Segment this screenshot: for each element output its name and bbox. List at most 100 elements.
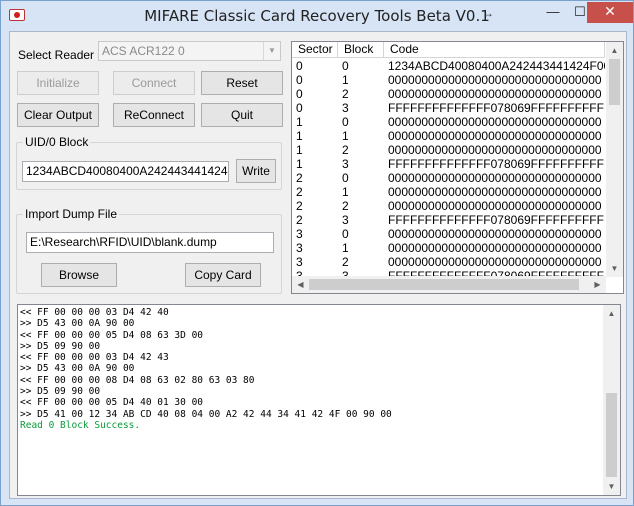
scroll-up-icon[interactable]: ▲ bbox=[603, 305, 620, 322]
reader-select-value: ACS ACR122 0 bbox=[102, 44, 185, 58]
scroll-down-icon[interactable]: ▼ bbox=[603, 478, 620, 495]
table-row[interactable]: 1 2 00000000000000000000000000000000 bbox=[292, 143, 605, 157]
write-button[interactable]: Write bbox=[236, 159, 276, 183]
reconnect-button[interactable]: ReConnect bbox=[113, 103, 195, 127]
quit-button[interactable]: Quit bbox=[201, 103, 283, 127]
code-cell: 00000000000000000000000000000000 bbox=[388, 143, 602, 157]
sector-cell: 1 bbox=[296, 143, 303, 157]
code-cell: 00000000000000000000000000000000 bbox=[388, 87, 602, 101]
uid-block-title: UID/0 Block bbox=[23, 135, 91, 149]
import-dump-group: Import Dump File E:\Research\RFID\UID\bl… bbox=[16, 207, 282, 294]
minimize-button[interactable]: — bbox=[540, 2, 566, 23]
code-cell: 00000000000000000000000000000000 bbox=[388, 115, 602, 129]
block-cell: 0 bbox=[342, 59, 349, 73]
grid-vertical-scroll-thumb[interactable] bbox=[609, 59, 620, 105]
sector-cell: 2 bbox=[296, 199, 303, 213]
code-cell: 00000000000000000000000000000000 bbox=[388, 171, 602, 185]
grid-horizontal-scroll-thumb[interactable] bbox=[309, 279, 579, 290]
table-row[interactable]: 2 3 FFFFFFFFFFFFFF078069FFFFFFFFFFFF bbox=[292, 213, 605, 227]
block-data-grid[interactable]: Sector Block Code 0 0 1234ABCD40080400A242… bbox=[291, 41, 624, 294]
browse-button[interactable]: Browse bbox=[41, 263, 117, 287]
table-row[interactable]: 1 3 FFFFFFFFFFFFFF078069FFFFFFFFFFFF bbox=[292, 157, 605, 171]
uid-block-group: UID/0 Block 1234ABCD40080400A24244344142… bbox=[16, 135, 282, 190]
table-row[interactable]: 3 1 00000000000000000000000000000000 bbox=[292, 241, 605, 255]
sector-cell: 0 bbox=[296, 101, 303, 115]
code-cell: 00000000000000000000000000000000 bbox=[388, 227, 602, 241]
log-line: >> D5 09 90 00 bbox=[20, 386, 101, 398]
uid-input[interactable]: 1234ABCD40080400A242443441424F00 bbox=[22, 161, 229, 182]
scroll-up-icon[interactable]: ▲ bbox=[606, 42, 623, 59]
table-row[interactable]: 2 1 00000000000000000000000000000000 bbox=[292, 185, 605, 199]
table-row[interactable]: 2 2 00000000000000000000000000000000 bbox=[292, 199, 605, 213]
chevron-down-icon[interactable]: ▼ bbox=[263, 42, 280, 60]
block-cell: 1 bbox=[342, 129, 349, 143]
code-cell: 00000000000000000000000000000000 bbox=[388, 185, 602, 199]
code-cell: 00000000000000000000000000000000 bbox=[388, 129, 602, 143]
scroll-down-icon[interactable]: ▼ bbox=[606, 260, 623, 277]
sector-cell: 3 bbox=[296, 241, 303, 255]
reader-select[interactable]: ACS ACR122 0 ▼ bbox=[98, 41, 281, 61]
block-cell: 3 bbox=[342, 101, 349, 115]
initialize-button[interactable]: Initialize bbox=[17, 71, 99, 95]
import-dump-title: Import Dump File bbox=[23, 207, 120, 221]
code-cell: 1234ABCD40080400A242443441424F00 bbox=[388, 59, 605, 73]
scroll-left-icon[interactable]: ◀ bbox=[292, 276, 309, 293]
table-row[interactable]: 0 3 FFFFFFFFFFFFFF078069FFFFFFFFFFFF bbox=[292, 101, 605, 115]
dump-path-input[interactable]: E:\Research\RFID\UID\blank.dump bbox=[26, 232, 274, 253]
grid-vertical-scrollbar[interactable]: ▲ ▼ bbox=[606, 42, 623, 277]
code-cell: 00000000000000000000000000000000 bbox=[388, 255, 602, 269]
block-cell: 2 bbox=[342, 87, 349, 101]
table-row[interactable]: 1 1 00000000000000000000000000000000 bbox=[292, 129, 605, 143]
table-row[interactable]: 3 0 00000000000000000000000000000000 bbox=[292, 227, 605, 241]
close-button[interactable]: ✕ bbox=[587, 2, 633, 23]
log-line: << FF 00 00 00 05 D4 40 01 30 00 bbox=[20, 397, 204, 409]
log-vertical-scroll-thumb[interactable] bbox=[606, 393, 617, 477]
log-line: << FF 00 00 00 08 D4 08 63 02 80 63 03 8… bbox=[20, 374, 255, 386]
table-row[interactable]: 0 2 00000000000000000000000000000000 bbox=[292, 87, 605, 101]
table-row[interactable]: 3 2 00000000000000000000000000000000 bbox=[292, 255, 605, 269]
log-line: >> D5 41 00 12 34 AB CD 40 08 04 00 A2 4… bbox=[20, 408, 392, 420]
grid-header: Sector Block Code bbox=[292, 42, 605, 58]
table-row[interactable]: 1 0 00000000000000000000000000000000 bbox=[292, 115, 605, 129]
sector-cell: 2 bbox=[296, 185, 303, 199]
column-header-block[interactable]: Block bbox=[338, 42, 384, 57]
table-row[interactable]: 0 1 00000000000000000000000000000000 bbox=[292, 73, 605, 87]
connect-button[interactable]: Connect bbox=[113, 71, 195, 95]
grid-rows: 0 0 1234ABCD40080400A242443441424F00 0 1 0000… bbox=[292, 59, 605, 283]
sector-cell: 2 bbox=[296, 213, 303, 227]
title-bar[interactable]: MIFARE Classic Card Recovery Tools Beta … bbox=[1, 1, 633, 31]
block-cell: 2 bbox=[342, 143, 349, 157]
output-log[interactable]: << FF 00 00 00 03 D4 42 40 >> D5 43 00 0A… bbox=[17, 304, 621, 496]
code-cell: FFFFFFFFFFFFFF078069FFFFFFFFFFFF bbox=[388, 157, 605, 171]
sector-cell: 3 bbox=[296, 227, 303, 241]
move-cursor-icon: ↔ bbox=[482, 6, 494, 20]
copy-card-button[interactable]: Copy Card bbox=[185, 263, 261, 287]
window-title: MIFARE Classic Card Recovery Tools Beta … bbox=[144, 7, 490, 25]
log-line: << FF 00 00 00 03 D4 42 40 bbox=[20, 307, 169, 318]
log-lines: << FF 00 00 00 03 D4 42 40 >> D5 43 00 0A… bbox=[20, 307, 392, 431]
sector-cell: 0 bbox=[296, 73, 303, 87]
code-cell: 00000000000000000000000000000000 bbox=[388, 73, 602, 87]
block-cell: 2 bbox=[342, 199, 349, 213]
log-line: << FF 00 00 00 03 D4 42 43 bbox=[20, 352, 169, 364]
select-reader-label: Select Reader bbox=[18, 48, 95, 62]
reset-button[interactable]: Reset bbox=[201, 71, 283, 95]
clear-output-button[interactable]: Clear Output bbox=[17, 103, 99, 127]
table-row[interactable]: 0 0 1234ABCD40080400A242443441424F00 bbox=[292, 59, 605, 73]
block-cell: 1 bbox=[342, 185, 349, 199]
sector-cell: 3 bbox=[296, 255, 303, 269]
block-cell: 3 bbox=[342, 157, 349, 171]
sector-cell: 1 bbox=[296, 129, 303, 143]
client-area: Select Reader ACS ACR122 0 ▼ Initialize … bbox=[9, 31, 627, 499]
block-cell: 0 bbox=[342, 171, 349, 185]
column-header-sector[interactable]: Sector bbox=[292, 42, 338, 57]
sector-cell: 2 bbox=[296, 171, 303, 185]
sector-cell: 0 bbox=[296, 87, 303, 101]
table-row[interactable]: 2 0 00000000000000000000000000000000 bbox=[292, 171, 605, 185]
grid-horizontal-scrollbar[interactable]: ◀ ▶ bbox=[292, 276, 606, 293]
block-cell: 1 bbox=[342, 241, 349, 255]
log-line: >> D5 43 00 0A 90 00 bbox=[20, 318, 135, 330]
column-header-code[interactable]: Code bbox=[384, 42, 605, 57]
scroll-right-icon[interactable]: ▶ bbox=[589, 276, 606, 293]
log-vertical-scrollbar[interactable]: ▲ ▼ bbox=[603, 305, 620, 495]
